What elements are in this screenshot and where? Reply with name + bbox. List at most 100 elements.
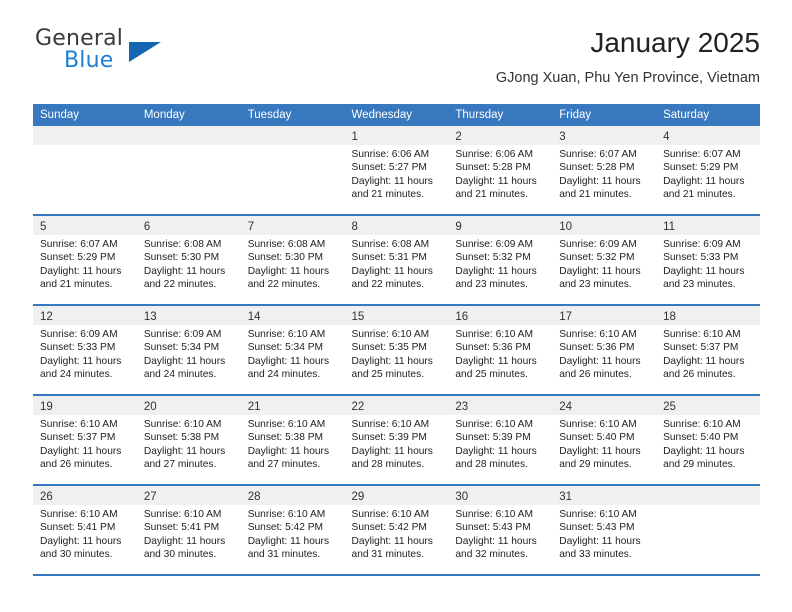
calendar-day-cell[interactable]: 5 Sunrise: 6:07 AM Sunset: 5:29 PM Daylight… <box>33 215 137 306</box>
daylight-text-line2: and 25 minutes. <box>351 368 425 380</box>
calendar-day-cell[interactable]: 17 Sunrise: 6:10 AM Sunset: 5:36 PM Dayligh… <box>552 305 657 396</box>
calendar-day-cell[interactable]: 20 Sunrise: 6:10 AM Sunset: 5:38 PM Dayligh… <box>136 395 241 486</box>
calendar-week-row: 12 Sunrise: 6:09 AM Sunset: 5:33 PM Dayligh… <box>33 305 760 396</box>
calendar-day-cell[interactable]: 3 Sunrise: 6:07 AM Sunset: 5:28 PM Daylight… <box>552 126 657 216</box>
calendar-day-cell[interactable]: 28 Sunrise: 6:10 AM Sunset: 5:42 PM Dayligh… <box>240 485 345 576</box>
day-number-band: 25 <box>656 396 760 415</box>
day-cell-inner: 27 Sunrise: 6:10 AM Sunset: 5:41 PM Dayligh… <box>136 486 241 574</box>
sunset-text: Sunset: 5:41 PM <box>40 522 116 534</box>
daylight-text-line2: and 30 minutes. <box>40 548 113 560</box>
day-number: 3 <box>559 131 566 143</box>
sunrise-text: Sunrise: 6:09 AM <box>40 329 118 340</box>
day-number: 14 <box>247 311 261 323</box>
day-cell-details: Sunrise: 6:10 AM Sunset: 5:42 PM Daylight:… <box>345 505 449 561</box>
sunrise-text: Sunrise: 6:09 AM <box>455 239 533 250</box>
day-cell-inner <box>136 126 241 214</box>
day-number: 17 <box>559 311 573 323</box>
day-cell-details: Sunrise: 6:10 AM Sunset: 5:36 PM Daylight:… <box>448 325 552 381</box>
sunset-text: Sunset: 5:30 PM <box>247 252 324 264</box>
day-cell-inner: 19 Sunrise: 6:10 AM Sunset: 5:37 PM Dayligh… <box>33 396 137 484</box>
day-number-band: 10 <box>552 216 657 235</box>
day-number: 23 <box>455 401 469 413</box>
calendar-day-cell[interactable]: 23 Sunrise: 6:10 AM Sunset: 5:39 PM Dayligh… <box>448 395 553 486</box>
sunrise-text: Sunrise: 6:10 AM <box>40 509 118 520</box>
calendar-day-cell[interactable]: 7 Sunrise: 6:08 AM Sunset: 5:30 PM Daylight… <box>240 215 345 306</box>
calendar-day-cell[interactable]: 12 Sunrise: 6:09 AM Sunset: 5:33 PM Dayligh… <box>33 305 137 396</box>
day-cell-details: Sunrise: 6:06 AM Sunset: 5:27 PM Daylight:… <box>345 145 449 201</box>
day-cell-details: Sunrise: 6:08 AM Sunset: 5:30 PM Daylight:… <box>137 235 241 291</box>
day-number-band: 9 <box>448 216 553 235</box>
calendar-day-cell[interactable]: 16 Sunrise: 6:10 AM Sunset: 5:36 PM Dayligh… <box>448 305 553 396</box>
brand-logo[interactable]: General Blue <box>33 26 263 88</box>
sunset-text: Sunset: 5:33 PM <box>40 342 116 354</box>
calendar-day-cell[interactable]: 24 Sunrise: 6:10 AM Sunset: 5:40 PM Dayligh… <box>552 395 657 486</box>
calendar-page: General Blue January 2025 GJong Xuan, Ph… <box>0 0 792 612</box>
calendar-day-cell[interactable]: 4 Sunrise: 6:07 AM Sunset: 5:29 PM Daylight… <box>656 126 760 216</box>
day-cell-inner: 17 Sunrise: 6:10 AM Sunset: 5:36 PM Dayligh… <box>552 306 657 394</box>
calendar-day-cell[interactable]: 11 Sunrise: 6:09 AM Sunset: 5:33 PM Dayligh… <box>656 215 760 306</box>
day-number: 5 <box>40 221 47 233</box>
calendar-day-cell[interactable]: 30 Sunrise: 6:10 AM Sunset: 5:43 PM Dayligh… <box>448 485 553 576</box>
day-cell-inner: 16 Sunrise: 6:10 AM Sunset: 5:36 PM Dayligh… <box>448 306 553 394</box>
day-number: 7 <box>247 221 255 233</box>
calendar-day-cell[interactable]: 26 Sunrise: 6:10 AM Sunset: 5:41 PM Dayligh… <box>33 485 137 576</box>
sunset-text: Sunset: 5:39 PM <box>351 432 427 444</box>
calendar-day-cell[interactable]: 8 Sunrise: 6:08 AM Sunset: 5:31 PM Daylight… <box>344 215 449 306</box>
day-cell-inner: 21 Sunrise: 6:10 AM Sunset: 5:38 PM Dayligh… <box>240 396 345 484</box>
day-cell-details: Sunrise: 6:09 AM Sunset: 5:34 PM Daylight:… <box>137 325 241 381</box>
calendar-day-cell[interactable]: 9 Sunrise: 6:09 AM Sunset: 5:32 PM Daylight… <box>448 215 553 306</box>
day-number: 6 <box>143 221 151 233</box>
day-number-band: 12 <box>33 306 137 325</box>
day-cell-inner: 7 Sunrise: 6:08 AM Sunset: 5:30 PM Daylight… <box>240 216 345 304</box>
day-cell-inner: 2 Sunrise: 6:06 AM Sunset: 5:28 PM Daylight… <box>448 126 553 214</box>
day-cell-inner: 3 Sunrise: 6:07 AM Sunset: 5:28 PM Daylight… <box>552 126 657 214</box>
daylight-text-line1: Daylight: 11 hours <box>559 265 641 277</box>
day-cell-details: Sunrise: 6:10 AM Sunset: 5:37 PM Daylight:… <box>33 415 137 471</box>
sunrise-text: Sunrise: 6:10 AM <box>351 419 430 430</box>
sunset-text: Sunset: 5:30 PM <box>143 252 220 264</box>
sunrise-text: Sunrise: 6:09 AM <box>559 239 637 250</box>
calendar-day-cell[interactable]: 19 Sunrise: 6:10 AM Sunset: 5:37 PM Dayligh… <box>33 395 137 486</box>
weekday-header-wednesday: Wednesday <box>344 104 449 126</box>
calendar-day-cell[interactable]: 14 Sunrise: 6:10 AM Sunset: 5:34 PM Dayligh… <box>240 305 345 396</box>
day-number-band: 29 <box>344 486 449 505</box>
sunrise-text: Sunrise: 6:10 AM <box>143 419 222 430</box>
day-cell-inner: 5 Sunrise: 6:07 AM Sunset: 5:29 PM Daylight… <box>33 216 137 304</box>
daylight-text-line1: Daylight: 11 hours <box>663 175 745 187</box>
sunrise-text: Sunrise: 6:07 AM <box>559 149 637 160</box>
daylight-text-line2: and 30 minutes. <box>143 548 217 560</box>
sunrise-text: Sunrise: 6:10 AM <box>455 509 533 520</box>
sunrise-text: Sunrise: 6:10 AM <box>351 509 430 520</box>
calendar-day-cell[interactable]: 15 Sunrise: 6:10 AM Sunset: 5:35 PM Dayligh… <box>344 305 449 396</box>
day-cell-inner: 31 Sunrise: 6:10 AM Sunset: 5:43 PM Dayligh… <box>552 486 657 574</box>
day-number: 12 <box>40 311 53 323</box>
sunset-text: Sunset: 5:42 PM <box>247 522 324 534</box>
calendar-week-row: 1 Sunrise: 6:06 AM Sunset: 5:27 PM Daylight… <box>33 126 760 216</box>
calendar-day-cell[interactable]: 22 Sunrise: 6:10 AM Sunset: 5:39 PM Dayligh… <box>344 395 449 486</box>
calendar-day-cell[interactable]: 27 Sunrise: 6:10 AM Sunset: 5:41 PM Dayligh… <box>136 485 241 576</box>
day-cell-inner <box>240 126 345 214</box>
calendar-day-cell[interactable]: 25 Sunrise: 6:10 AM Sunset: 5:40 PM Dayligh… <box>656 395 760 486</box>
calendar-day-cell[interactable]: 29 Sunrise: 6:10 AM Sunset: 5:42 PM Dayligh… <box>344 485 449 576</box>
calendar-day-cell[interactable]: 1 Sunrise: 6:06 AM Sunset: 5:27 PM Daylight… <box>344 126 449 216</box>
calendar-day-cell[interactable]: 2 Sunrise: 6:06 AM Sunset: 5:28 PM Daylight… <box>448 126 553 216</box>
sunrise-text: Sunrise: 6:08 AM <box>247 239 326 250</box>
day-cell-inner: 8 Sunrise: 6:08 AM Sunset: 5:31 PM Daylight… <box>344 216 449 304</box>
daylight-text-line1: Daylight: 11 hours <box>40 265 122 277</box>
calendar-day-cell[interactable]: 10 Sunrise: 6:09 AM Sunset: 5:32 PM Dayligh… <box>552 215 657 306</box>
day-cell-details: Sunrise: 6:10 AM Sunset: 5:36 PM Daylight:… <box>552 325 656 381</box>
calendar-day-cell[interactable]: 13 Sunrise: 6:09 AM Sunset: 5:34 PM Dayligh… <box>136 305 241 396</box>
sunset-text: Sunset: 5:29 PM <box>663 162 739 174</box>
daylight-text-line2: and 26 minutes. <box>559 368 632 380</box>
daylight-text-line1: Daylight: 11 hours <box>351 265 433 277</box>
daylight-text-line1: Daylight: 11 hours <box>247 535 330 547</box>
calendar-day-cell[interactable]: 18 Sunrise: 6:10 AM Sunset: 5:37 PM Dayligh… <box>656 305 760 396</box>
sunset-text: Sunset: 5:34 PM <box>143 342 220 354</box>
day-number-band: 13 <box>136 306 241 325</box>
calendar-day-cell[interactable]: 31 Sunrise: 6:10 AM Sunset: 5:43 PM Dayligh… <box>552 485 657 576</box>
calendar-day-cell[interactable]: 21 Sunrise: 6:10 AM Sunset: 5:38 PM Dayligh… <box>240 395 345 486</box>
day-cell-details: Sunrise: 6:09 AM Sunset: 5:32 PM Daylight:… <box>448 235 552 291</box>
calendar-day-cell[interactable]: 6 Sunrise: 6:08 AM Sunset: 5:30 PM Daylight… <box>136 215 241 306</box>
daylight-text-line1: Daylight: 11 hours <box>351 355 433 367</box>
sunrise-text: Sunrise: 6:10 AM <box>247 509 326 520</box>
